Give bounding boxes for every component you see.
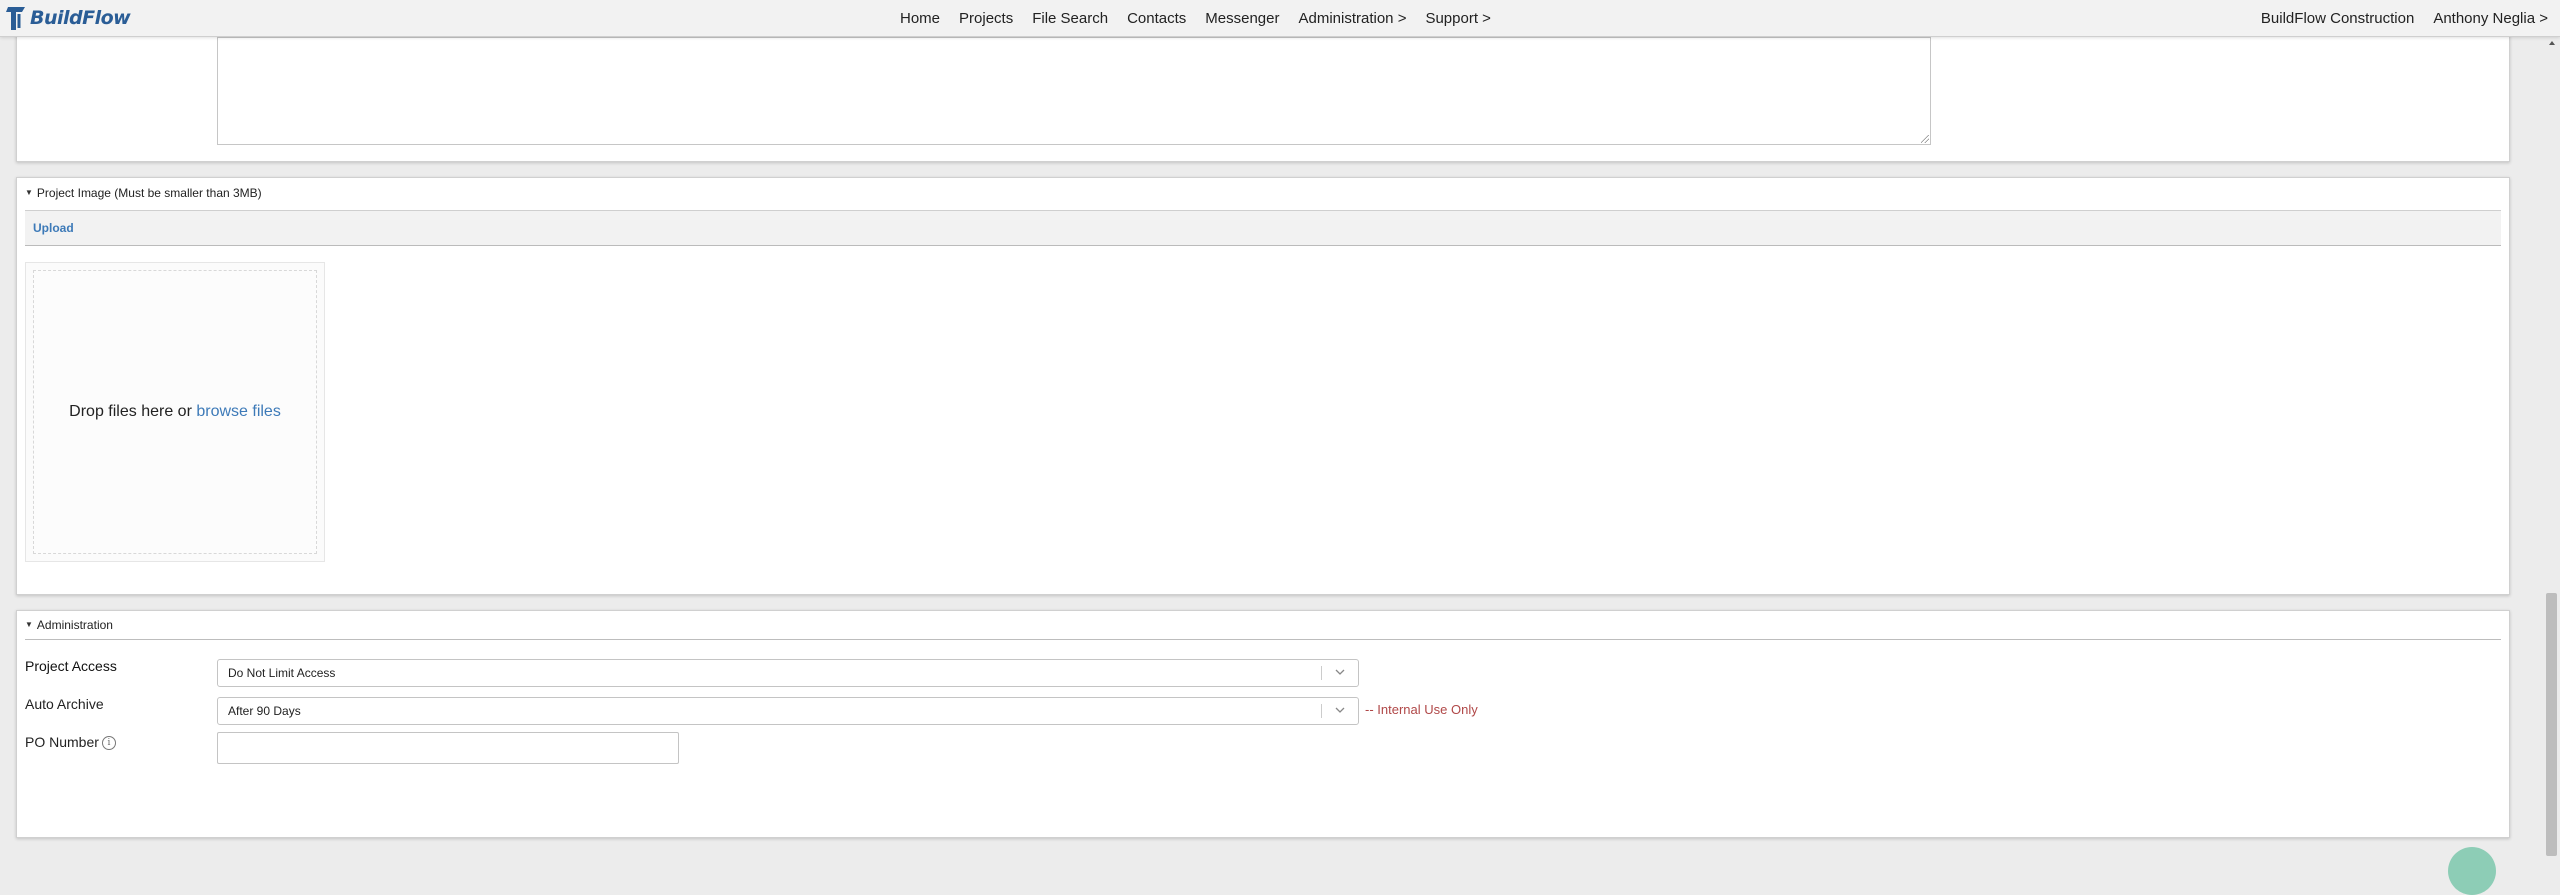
browse-files-link[interactable]: browse files: [196, 403, 280, 420]
account-area: BuildFlow Construction Anthony Neglia >: [2242, 0, 2548, 36]
nav-administration[interactable]: Administration >: [1298, 10, 1406, 27]
administration-panel: ▼ Administration Project Access Do Not L…: [16, 610, 2510, 838]
collapse-caret-icon: ▼: [25, 619, 33, 629]
project-access-label: Project Access: [25, 658, 117, 674]
buildflow-logo[interactable]: BuildFlow: [4, 3, 131, 33]
po-number-label-text: PO Number: [25, 734, 99, 750]
resize-handle-icon[interactable]: [1921, 135, 1929, 143]
select-separator: [1321, 704, 1322, 718]
drop-files-text: Drop files here or: [69, 403, 192, 420]
main-nav: Home Projects File Search Contacts Messe…: [900, 0, 1510, 36]
description-panel: [16, 20, 2510, 162]
upload-tab[interactable]: Upload: [33, 221, 74, 235]
nav-support[interactable]: Support >: [1425, 10, 1490, 27]
nav-messenger[interactable]: Messenger: [1205, 10, 1279, 27]
auto-archive-select[interactable]: After 90 Days: [217, 697, 1359, 725]
administration-title: Administration: [36, 618, 113, 632]
nav-projects[interactable]: Projects: [959, 10, 1013, 27]
po-number-input[interactable]: [217, 732, 679, 764]
nav-file-search[interactable]: File Search: [1032, 10, 1108, 27]
nav-contacts[interactable]: Contacts: [1127, 10, 1186, 27]
description-textarea[interactable]: [217, 37, 1931, 145]
upload-toolbar: Upload: [25, 210, 2501, 246]
chat-bubble-button[interactable]: [2448, 847, 2496, 895]
user-menu[interactable]: Anthony Neglia >: [2433, 10, 2548, 27]
scroll-up-arrow-icon[interactable]: [2549, 41, 2555, 45]
project-image-title: Project Image (Must be smaller than 3MB): [36, 186, 262, 200]
project-access-value: Do Not Limit Access: [228, 666, 336, 680]
nav-home[interactable]: Home: [900, 10, 940, 27]
auto-archive-value: After 90 Days: [228, 704, 301, 718]
internal-use-note: -- Internal Use Only: [1365, 702, 1478, 717]
collapse-caret-icon: ▼: [25, 187, 33, 197]
logo-mark-icon: [6, 7, 25, 30]
chevron-down-icon: [1335, 669, 1345, 675]
po-number-label: PO Number i: [25, 734, 116, 751]
brand-name: BuildFlow: [30, 7, 131, 29]
scrollbar-thumb[interactable]: [2546, 593, 2557, 856]
info-icon[interactable]: i: [101, 736, 116, 751]
section-divider: [25, 639, 2501, 640]
dropzone-container: Drop files here or browse files: [25, 262, 325, 562]
administration-header[interactable]: ▼ Administration: [25, 618, 113, 632]
chevron-down-icon: [1335, 707, 1345, 713]
dropzone-text: Drop files here or browse files: [69, 403, 281, 421]
project-image-panel: ▼ Project Image (Must be smaller than 3M…: [16, 177, 2510, 595]
top-navbar: BuildFlow Home Projects File Search Cont…: [0, 0, 2560, 37]
project-access-select[interactable]: Do Not Limit Access: [217, 659, 1359, 687]
company-menu[interactable]: BuildFlow Construction: [2261, 10, 2414, 27]
project-image-header[interactable]: ▼ Project Image (Must be smaller than 3M…: [25, 186, 262, 200]
file-dropzone[interactable]: Drop files here or browse files: [33, 270, 317, 554]
auto-archive-label: Auto Archive: [25, 696, 104, 712]
select-separator: [1321, 666, 1322, 680]
